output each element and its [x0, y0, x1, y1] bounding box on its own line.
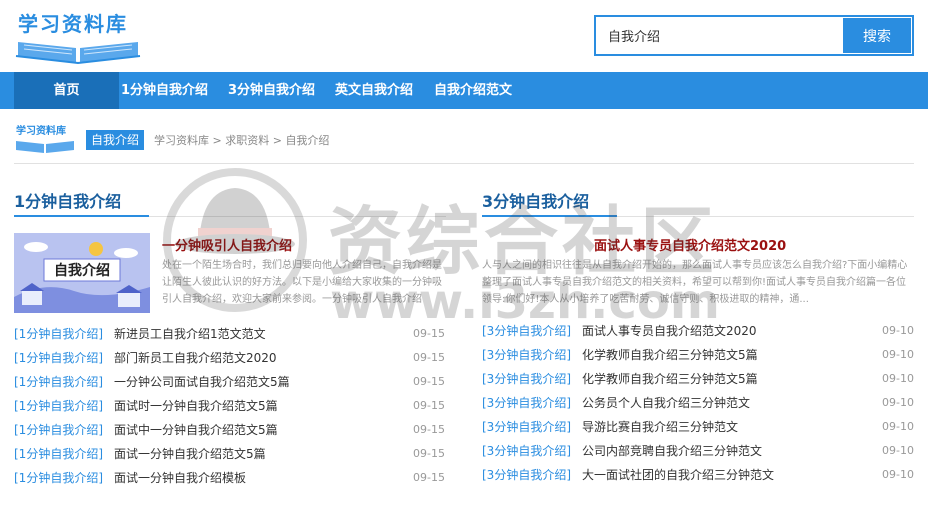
list-item: [1分钟自我介绍] 面试一分钟自我介绍范文5篇 09-15: [14, 442, 446, 466]
article-list: [3分钟自我介绍] 面试人事专员自我介绍范文2020 09-10 [3分钟自我介绍]…: [482, 319, 914, 487]
item-title[interactable]: 面试人事专员自我介绍范文2020: [582, 319, 757, 343]
item-category[interactable]: [1分钟自我介绍]: [14, 394, 103, 418]
list-item: [1分钟自我介绍] 部门新员工自我介绍范文2020 09-15: [14, 346, 446, 370]
item-title[interactable]: 大一面试社团的自我介绍三分钟范文: [582, 463, 774, 487]
nav-item-1min[interactable]: 1分钟自我介绍: [121, 72, 208, 109]
crumb-logo[interactable]: 学习资料库: [14, 122, 78, 156]
item-date: 09-15: [413, 399, 445, 412]
featured-title[interactable]: 面试人事专员自我介绍范文2020: [594, 235, 786, 254]
article-list: [1分钟自我介绍] 新进员工自我介绍1范文范文 09-15 [1分钟自我介绍] 部门新…: [14, 322, 446, 490]
book-icon: [15, 42, 141, 64]
item-category[interactable]: [3分钟自我介绍]: [482, 463, 571, 487]
featured-article: 自我介绍 一分钟吸引人自我介绍 处在一个陌生场合时，我们总归要向他人介绍自己，自…: [14, 233, 446, 318]
crumb-logo-text: 学习资料库: [16, 126, 66, 137]
item-date: 09-10: [882, 348, 914, 361]
item-category[interactable]: [3分钟自我介绍]: [482, 439, 571, 463]
item-date: 09-15: [413, 375, 445, 388]
item-date: 09-10: [882, 468, 914, 481]
breadcrumb-link-home[interactable]: 学习资料库: [154, 134, 209, 147]
breadcrumb-bar: 学习资料库 自我介绍 学习资料库 > 求职资料 > 自我介绍: [14, 118, 914, 164]
list-item: [3分钟自我介绍] 公司内部竞聘自我介绍三分钟范文 09-10: [482, 439, 914, 463]
nav-item-samples[interactable]: 自我介绍范文: [434, 72, 512, 109]
item-title[interactable]: 面试时一分钟自我介绍范文5篇: [114, 394, 278, 418]
item-title[interactable]: 一分钟公司面试自我介绍范文5篇: [114, 370, 290, 394]
section-title[interactable]: 1分钟自我介绍: [14, 188, 121, 212]
item-category[interactable]: [3分钟自我介绍]: [482, 367, 571, 391]
item-title[interactable]: 面试一分钟自我介绍模板: [114, 466, 246, 490]
list-item: [3分钟自我介绍] 公务员个人自我介绍三分钟范文 09-10: [482, 391, 914, 415]
item-category[interactable]: [3分钟自我介绍]: [482, 415, 571, 439]
item-title[interactable]: 新进员工自我介绍1范文范文: [114, 322, 266, 346]
featured-desc: 人与人之间的相识往往是从自我介绍开始的，那么面试人事专员应该怎么自我介绍?下面小…: [482, 260, 908, 305]
section-1min: 1分钟自我介绍 自我介绍 一分钟吸引人自我介绍 处在一个陌生场合时，我们总归要向…: [14, 176, 446, 485]
breadcrumb: 学习资料库 > 求职资料 > 自我介绍: [154, 132, 329, 148]
item-category[interactable]: [3分钟自我介绍]: [482, 343, 571, 367]
breadcrumb-link-intro[interactable]: 自我介绍: [285, 134, 329, 147]
list-item: [3分钟自我介绍] 化学教师自我介绍三分钟范文5篇 09-10: [482, 367, 914, 391]
breadcrumb-separator: >: [272, 134, 282, 147]
featured-article: 面试人事专员自我介绍范文2020 人与人之间的相识往往是从自我介绍开始的，那么面…: [482, 233, 914, 318]
item-category[interactable]: [1分钟自我介绍]: [14, 346, 103, 370]
title-underline: [14, 215, 149, 217]
list-item: [3分钟自我介绍] 面试人事专员自我介绍范文2020 09-10: [482, 319, 914, 343]
list-item: [3分钟自我介绍] 化学教师自我介绍三分钟范文5篇 09-10: [482, 343, 914, 367]
list-item: [3分钟自我介绍] 大一面试社团的自我介绍三分钟范文 09-10: [482, 463, 914, 487]
item-date: 09-15: [413, 471, 445, 484]
item-title[interactable]: 公务员个人自我介绍三分钟范文: [582, 391, 750, 415]
nav-item-home[interactable]: 首页: [14, 72, 119, 109]
item-date: 09-15: [413, 327, 445, 340]
list-item: [1分钟自我介绍] 面试时一分钟自我介绍范文5篇 09-15: [14, 394, 446, 418]
item-category[interactable]: [1分钟自我介绍]: [14, 466, 103, 490]
item-category[interactable]: [1分钟自我介绍]: [14, 322, 103, 346]
nav-item-english[interactable]: 英文自我介绍: [335, 72, 413, 109]
breadcrumb-separator: >: [212, 134, 222, 147]
item-title[interactable]: 部门新员工自我介绍范文2020: [114, 346, 277, 370]
featured-title[interactable]: 一分钟吸引人自我介绍: [162, 235, 292, 254]
item-title[interactable]: 公司内部竞聘自我介绍三分钟范文: [582, 439, 762, 463]
breadcrumb-link-jobs[interactable]: 求职资料: [225, 134, 269, 147]
item-date: 09-10: [882, 444, 914, 457]
article-thumbnail[interactable]: 自我介绍: [14, 233, 150, 313]
item-date: 09-15: [413, 447, 445, 460]
list-item: [1分钟自我介绍] 一分钟公司面试自我介绍范文5篇 09-15: [14, 370, 446, 394]
featured-desc: 处在一个陌生场合时，我们总归要向他人介绍自己，自我介绍是让陌生人彼此认识的好方法…: [162, 260, 442, 305]
section-header: 3分钟自我介绍: [482, 176, 914, 217]
section-3min: 3分钟自我介绍 面试人事专员自我介绍范文2020 人与人之间的相识往往是从自我介…: [482, 176, 914, 482]
title-underline: [482, 215, 617, 217]
item-category[interactable]: [3分钟自我介绍]: [482, 319, 571, 343]
item-date: 09-10: [882, 372, 914, 385]
item-category[interactable]: [1分钟自我介绍]: [14, 442, 103, 466]
logo-text: 学习资料库: [18, 12, 128, 36]
item-date: 09-10: [882, 396, 914, 409]
item-title[interactable]: 面试中一分钟自我介绍范文5篇: [114, 418, 278, 442]
section-header: 1分钟自我介绍: [14, 176, 446, 217]
nav-item-3min[interactable]: 3分钟自我介绍: [228, 72, 315, 109]
search-button[interactable]: 搜索: [843, 18, 911, 53]
search-input[interactable]: [596, 17, 844, 54]
item-date: 09-15: [413, 351, 445, 364]
list-item: [1分钟自我介绍] 新进员工自我介绍1范文范文 09-15: [14, 322, 446, 346]
item-category[interactable]: [3分钟自我介绍]: [482, 391, 571, 415]
item-date: 09-15: [413, 423, 445, 436]
search-box: 搜索: [594, 15, 914, 56]
item-date: 09-10: [882, 324, 914, 337]
list-item: [3分钟自我介绍] 导游比赛自我介绍三分钟范文 09-10: [482, 415, 914, 439]
book-icon: [16, 141, 74, 153]
main-nav: 首页 1分钟自我介绍 3分钟自我介绍 英文自我介绍 自我介绍范文: [0, 72, 928, 109]
site-logo[interactable]: 学习资料库: [14, 6, 142, 64]
section-title[interactable]: 3分钟自我介绍: [482, 188, 589, 212]
item-category[interactable]: [1分钟自我介绍]: [14, 418, 103, 442]
category-tag[interactable]: 自我介绍: [86, 130, 145, 150]
item-title[interactable]: 面试一分钟自我介绍范文5篇: [114, 442, 266, 466]
item-title[interactable]: 化学教师自我介绍三分钟范文5篇: [582, 367, 758, 391]
item-category[interactable]: [1分钟自我介绍]: [14, 370, 103, 394]
list-item: [1分钟自我介绍] 面试中一分钟自我介绍范文5篇 09-15: [14, 418, 446, 442]
list-item: [1分钟自我介绍] 面试一分钟自我介绍模板 09-15: [14, 466, 446, 490]
thumbnail-caption: 自我介绍: [54, 263, 110, 279]
site-header: 学习资料库 搜索: [0, 0, 928, 72]
item-date: 09-10: [882, 420, 914, 433]
item-title[interactable]: 导游比赛自我介绍三分钟范文: [582, 415, 738, 439]
item-title[interactable]: 化学教师自我介绍三分钟范文5篇: [582, 343, 758, 367]
